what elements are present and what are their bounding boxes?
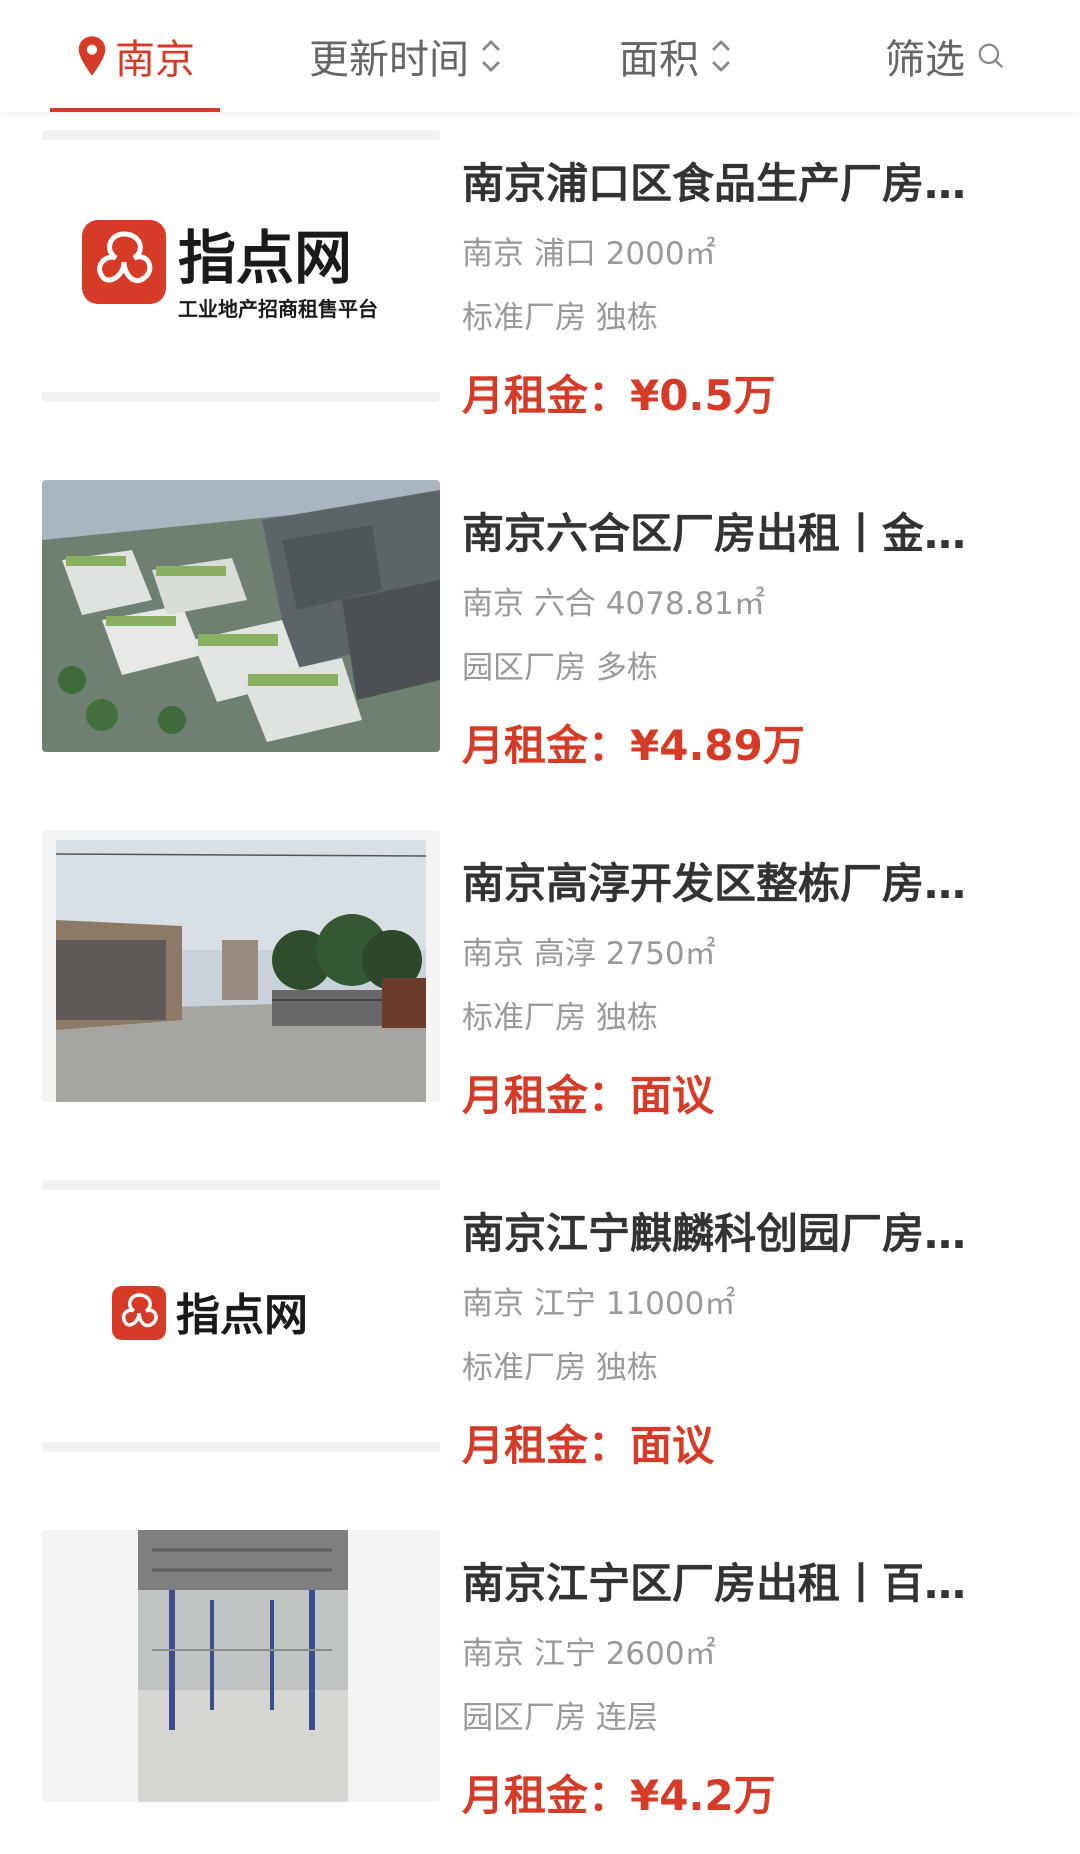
tab-filter[interactable]: 筛选 [880, 0, 1010, 112]
tab-area[interactable]: 面积 [606, 0, 746, 112]
listing-title[interactable]: 南京高淳开发区整栋厂房… [462, 850, 1010, 911]
listing-title[interactable]: 南京江宁区厂房出租丨百… [462, 1550, 1010, 1611]
filter-bar: 南京 更新时间 面积 筛选 [0, 0, 1080, 112]
listing-tags: 标准厂房 独栋 [462, 1350, 658, 1386]
logo-text: 指点网 [178, 226, 352, 291]
location-pin-icon [78, 36, 106, 76]
listing-title[interactable]: 南京浦口区食品生产厂房… [462, 150, 1010, 211]
listing-location: 南京 浦口 2000㎡ [462, 236, 716, 272]
listing-tags: 标准厂房 独栋 [462, 300, 658, 336]
listing-card[interactable]: 南京江宁区厂房出租丨百… 南京 江宁 2600㎡ 园区厂房 连层 月租金：¥4.… [0, 1530, 1080, 1830]
tab-update-time[interactable]: 更新时间 [296, 0, 516, 112]
search-icon [978, 43, 1003, 68]
listing-card[interactable]: 南京六合区厂房出租丨金… 南京 六合 4078.81㎡ 园区厂房 多栋 月租金：… [0, 480, 1080, 780]
warehouse-interior-image [42, 1530, 440, 1802]
sort-icon [482, 40, 500, 72]
logo-text: 指点网 [176, 1291, 308, 1340]
factory-gate-image [42, 830, 440, 1102]
listing-thumbnail: 指点网 工业地产招商租售平台 [42, 130, 440, 402]
listing-thumbnail [42, 480, 440, 752]
listing-price: 月租金：¥0.5万 [462, 371, 776, 420]
active-tab-indicator [50, 108, 220, 112]
brand-logo-image: 指点网 工业地产招商租售平台 [42, 130, 440, 402]
listing-price: 月租金：¥4.2万 [462, 1771, 776, 1820]
listing-location: 南京 六合 4078.81㎡ [462, 586, 765, 622]
listing-title[interactable]: 南京江宁麒麟科创园厂房… [462, 1200, 1010, 1261]
listing-card[interactable]: 指点网 南京江宁麒麟科创园厂房… 南京 江宁 11000㎡ 标准厂房 独栋 月租… [0, 1180, 1080, 1480]
listing-location: 南京 江宁 2600㎡ [462, 1636, 716, 1672]
listing-thumbnail [42, 1530, 440, 1802]
listing-thumbnail: 指点网 [42, 1180, 440, 1452]
listing-price: 月租金：面议 [462, 1071, 715, 1120]
listing-title[interactable]: 南京六合区厂房出租丨金… [462, 500, 1010, 561]
tab-filter-label: 筛选 [885, 37, 965, 83]
aerial-park-image [42, 480, 440, 752]
listing-thumbnail [42, 830, 440, 1102]
listing-card[interactable]: 南京高淳开发区整栋厂房… 南京 高淳 2750㎡ 标准厂房 独栋 月租金：面议 [0, 830, 1080, 1130]
listing-location: 南京 江宁 11000㎡ [462, 1286, 736, 1322]
listing-price: 月租金：面议 [462, 1421, 715, 1470]
tab-city[interactable]: 南京 [50, 0, 220, 112]
listing-tags: 标准厂房 独栋 [462, 1000, 658, 1036]
brand-logo-image: 指点网 [42, 1180, 440, 1452]
listing-tags: 园区厂房 多栋 [462, 650, 658, 686]
listing-price: 月租金：¥4.89万 [462, 721, 805, 770]
tab-city-label: 南京 [115, 37, 195, 83]
sort-icon [712, 40, 730, 72]
tab-area-label: 面积 [619, 37, 699, 83]
logo-tagline: 工业地产招商租售平台 [178, 297, 378, 321]
listing-tags: 园区厂房 连层 [462, 1700, 658, 1736]
listing-card[interactable]: 指点网 工业地产招商租售平台 南京浦口区食品生产厂房… 南京 浦口 2000㎡ … [0, 130, 1080, 430]
tab-update-time-label: 更新时间 [309, 37, 469, 83]
listing-location: 南京 高淳 2750㎡ [462, 936, 716, 972]
